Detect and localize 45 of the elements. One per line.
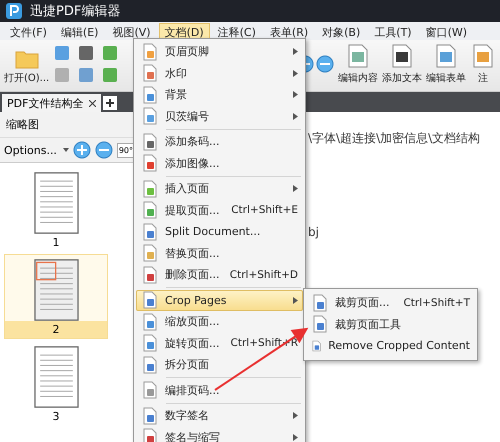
document-text: \字体\超连接\加密信息\文档结构 xyxy=(308,130,482,147)
menu-item[interactable]: Split Document... xyxy=(136,221,303,242)
menu-bar-item[interactable]: 文档(D) xyxy=(158,22,210,40)
toolbar-button[interactable]: 注 xyxy=(470,43,496,85)
window-title: 迅捷PDF编辑器 xyxy=(30,3,120,20)
menu-bar-item[interactable]: 窗口(W) xyxy=(420,22,474,40)
menu-item[interactable]: 拆分页面 xyxy=(136,354,303,376)
toolbar-button[interactable]: 编辑表单 xyxy=(426,43,466,85)
menu-item[interactable]: 删除页面... Ctrl+Shift+D xyxy=(136,264,303,286)
menu-item[interactable]: 贝茨编号 xyxy=(136,106,303,127)
menu-item[interactable]: 插入页面 xyxy=(136,178,303,200)
document-tab[interactable]: PDF文件结构全 xyxy=(2,94,102,112)
menu-bar-item[interactable]: 编辑(E) xyxy=(54,22,104,40)
page-number: 3 xyxy=(52,409,60,425)
open-button[interactable]: 打开(O)... xyxy=(4,49,50,85)
page-number: 1 xyxy=(52,235,60,251)
menu-bar-item[interactable]: 表单(R) xyxy=(264,22,314,40)
menu-bar-item[interactable]: 注释(C) xyxy=(212,22,262,40)
menu-item[interactable]: Crop Pages xyxy=(136,290,303,311)
document-text: bj xyxy=(308,225,320,239)
menu-bar-item[interactable]: 视图(V) xyxy=(106,22,157,40)
menu-bar-item[interactable]: 工具(T) xyxy=(368,22,418,40)
menu-item[interactable]: 水印 xyxy=(136,62,303,84)
menu-item[interactable]: 替换页面... xyxy=(136,242,303,264)
menu-item[interactable]: Remove Cropped Content xyxy=(306,335,475,356)
menu-item[interactable]: 裁剪页面... Ctrl+Shift+T xyxy=(306,292,475,314)
menu-bar-item[interactable]: 文件(F) xyxy=(4,22,53,40)
menu-item[interactable]: 数字签名 xyxy=(136,405,303,426)
thumbnail-item[interactable]: 2 xyxy=(4,254,108,339)
menu-item[interactable]: 签名与缩写 xyxy=(136,426,303,442)
menu-item[interactable]: 编排页码... xyxy=(136,380,303,401)
page-number: 2 xyxy=(5,321,107,338)
options-dropdown[interactable]: Options... xyxy=(4,144,69,156)
toolbar-button[interactable]: 添加文本 xyxy=(382,43,422,85)
menu-item[interactable]: 页眉页脚 xyxy=(136,41,303,62)
thumbnail-item[interactable]: 1 xyxy=(4,167,108,252)
thumbnail-item[interactable]: 3 xyxy=(4,341,108,426)
toolbar-button[interactable]: 编辑内容 xyxy=(338,43,378,85)
menu-item[interactable]: 添加图像... xyxy=(136,152,303,174)
menu-item[interactable]: 缩放页面... xyxy=(136,311,303,332)
menu-item[interactable]: 添加条码... xyxy=(136,131,303,152)
menu-item[interactable]: 裁剪页面工具 xyxy=(306,314,475,335)
menu-bar-item[interactable]: 对象(B) xyxy=(316,22,366,40)
menu-item[interactable]: 提取页面... Ctrl+Shift+E xyxy=(136,200,303,221)
menu-item[interactable]: 背景 xyxy=(136,84,303,106)
